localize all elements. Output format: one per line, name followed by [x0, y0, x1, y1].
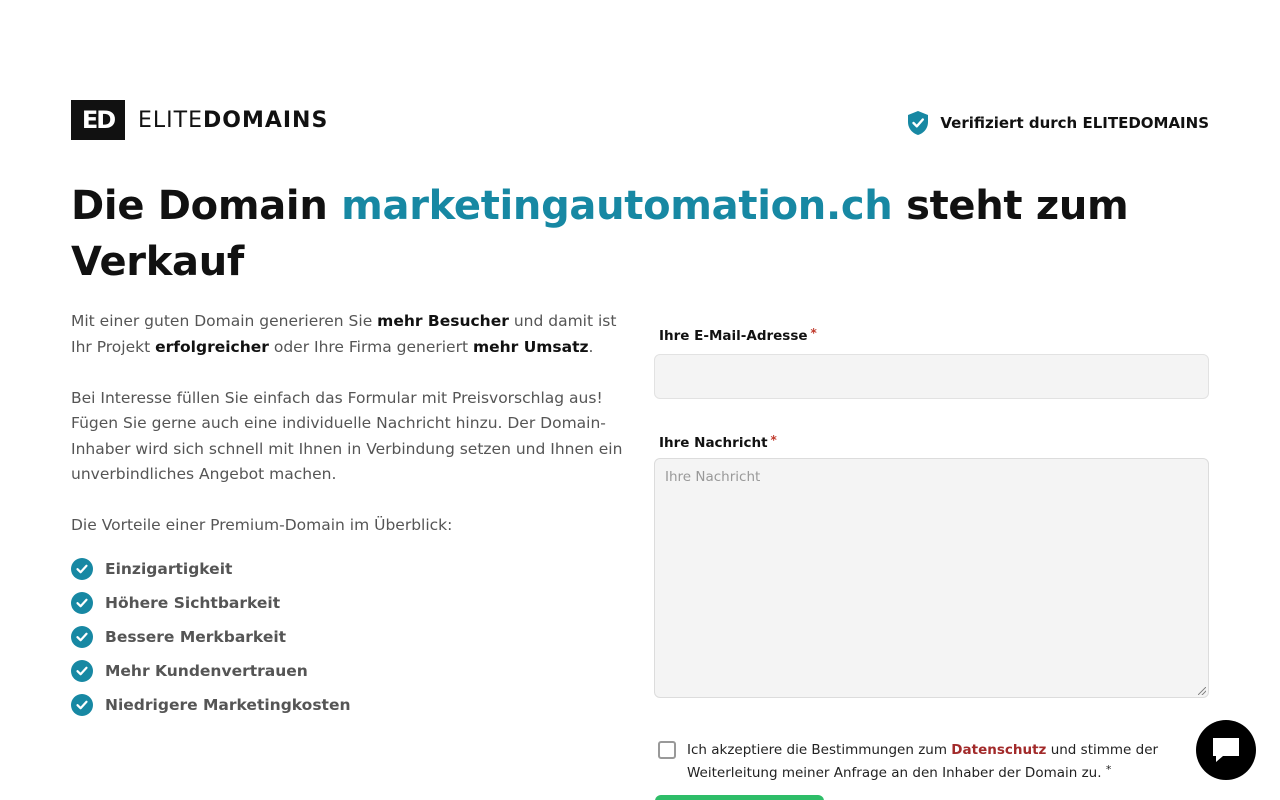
intro-run: oder Ihre Firma generiert [268, 337, 473, 356]
list-item: Niedrigere Marketingkosten [71, 688, 351, 722]
benefit-label: Mehr Kundenvertrauen [105, 662, 308, 680]
email-label-text: Ihre E-Mail-Adresse [659, 328, 808, 344]
list-item: Mehr Kundenvertrauen [71, 654, 351, 688]
message-placeholder: Ihre Nachricht [665, 469, 761, 485]
intro-paragraph-1: Mit einer guten Domain generieren Sie me… [71, 309, 631, 360]
intro-run: . [588, 337, 594, 356]
chat-button[interactable] [1196, 720, 1256, 780]
check-circle-icon [71, 694, 93, 716]
benefits-list: Einzigartigkeit Höhere Sichtbarkeit Bess… [71, 552, 351, 722]
check-circle-icon [71, 558, 93, 580]
email-field[interactable] [654, 354, 1209, 399]
consent-text: Ich akzeptiere die Bestimmungen zum Date… [687, 739, 1178, 785]
intro-emphasis: mehr Umsatz [472, 337, 589, 356]
consent-checkbox[interactable] [658, 741, 676, 759]
benefit-label: Bessere Merkbarkeit [105, 628, 287, 646]
logo-wordmark-bold: DOMAINS [202, 107, 329, 133]
intro-emphasis: mehr Besucher [377, 312, 509, 330]
shield-check-icon [908, 111, 929, 135]
message-label-text: Ihre Nachricht [659, 435, 768, 451]
intro-text: Mit einer guten Domain generieren Sie me… [71, 309, 631, 564]
benefit-label: Niedrigere Marketingkosten [105, 696, 351, 714]
list-item: Einzigartigkeit [71, 552, 351, 586]
verified-text: Verifiziert durch ELITEDOMAINS [940, 114, 1209, 132]
submit-button[interactable] [655, 795, 824, 800]
required-mark: * [810, 326, 817, 340]
check-circle-icon [71, 626, 93, 648]
intro-paragraph-3: Die Vorteile einer Premium-Domain im Übe… [71, 516, 453, 534]
chat-bubble-icon [1213, 738, 1239, 762]
check-circle-icon [71, 592, 93, 614]
privacy-link[interactable]: Datenschutz [951, 742, 1046, 758]
page-title: Die Domain marketingautomation.ch steht … [71, 178, 1131, 290]
list-item: Bessere Merkbarkeit [71, 620, 351, 654]
resize-handle-icon[interactable] [1198, 687, 1206, 695]
verified-badge: Verifiziert durch ELITEDOMAINS [907, 110, 1209, 136]
required-mark: * [770, 433, 777, 447]
check-circle-icon [71, 660, 93, 682]
message-label: Ihre Nachricht * [659, 432, 1209, 454]
consent-row: Ich akzeptiere die Bestimmungen zum Date… [658, 740, 1178, 785]
intro-paragraph-2: Bei Interesse füllen Sie einfach das For… [71, 388, 623, 484]
logo-wordmark-light: ELITE [138, 107, 203, 133]
logo-mark: ED [71, 100, 125, 140]
headline-domain: marketingautomation.ch [341, 183, 893, 229]
message-textarea[interactable]: Ihre Nachricht [654, 458, 1209, 698]
intro-run: Mit einer guten Domain generieren Sie [71, 312, 378, 330]
required-mark: * [1105, 763, 1112, 776]
consent-text-before: Ich akzeptiere die Bestimmungen zum [687, 742, 952, 758]
intro-emphasis: erfolgreicher [155, 337, 269, 356]
elitedomains-logo[interactable]: ED ELITEDOMAINS [71, 100, 328, 140]
list-item: Höhere Sichtbarkeit [71, 586, 351, 620]
email-label: Ihre E-Mail-Adresse * [659, 325, 1209, 347]
benefit-label: Höhere Sichtbarkeit [105, 594, 281, 612]
contact-form: Ihre E-Mail-Adresse * Ihre Nachricht * Ihr… [654, 325, 1209, 698]
logo-wordmark: ELITEDOMAINS [138, 108, 328, 133]
benefit-label: Einzigartigkeit [105, 560, 233, 578]
header: ED ELITEDOMAINS Verifiziert durch ELITED… [71, 100, 1209, 140]
headline-before: Die Domain [71, 183, 342, 229]
